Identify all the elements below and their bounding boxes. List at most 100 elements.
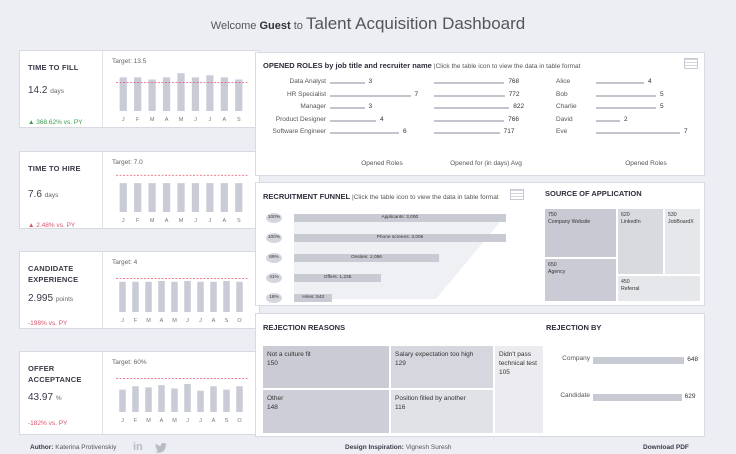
days-bar[interactable] [434,119,505,122]
kpi-bar[interactable] [210,386,217,412]
days-bar[interactable] [434,107,510,109]
kpi-bar[interactable] [236,386,243,412]
kpi-bar[interactable] [177,73,185,111]
opened-roles-bar[interactable] [330,82,365,84]
funnel-bar[interactable]: Hires: 543 [294,294,333,302]
rejection-by-bar[interactable] [593,394,682,401]
kpi-bar[interactable] [148,183,156,212]
kpi-bar[interactable] [223,389,230,412]
cell-value: 105 [499,369,510,376]
recruiter-bar[interactable] [596,94,656,97]
kpi-bar[interactable] [184,280,191,312]
design-name: Vignesh Suresh [405,444,452,451]
job-title-label: Software Engineer [272,128,326,135]
source-title: SOURCE OF APPLICATION [545,189,642,198]
kpi-bar[interactable] [177,183,185,212]
kpi-bar[interactable] [191,183,200,212]
kpi-bar[interactable] [145,281,152,312]
opened-roles-bar[interactable] [330,132,399,134]
recruiter-bar[interactable] [596,132,680,134]
kpi-bar[interactable] [148,79,156,112]
opened-roles-bar[interactable] [330,107,365,109]
guest-name: Guest [259,20,291,32]
funnel-connector [294,215,506,299]
rejection-by-bar[interactable] [593,357,685,364]
month-label: J [194,218,197,224]
kpi-bar[interactable] [132,281,139,312]
kpi-card-candidate-experience[interactable]: CANDIDATE EXPERIENCE 2.995 points -198% … [19,251,260,329]
kpi-card-time-to-hire[interactable]: TIME TO HIRE 7.6 days ▲ 2.48% vs. PY Tar… [19,151,260,229]
opened-roles-bar[interactable] [330,94,411,97]
opened-roles-bar[interactable] [330,119,376,122]
table-icon[interactable] [684,58,698,69]
kpi-bar[interactable] [132,386,139,412]
kpi-bar[interactable] [158,280,165,312]
twitter-icon[interactable] [155,443,167,453]
month-label: F [134,418,138,424]
recruiter-bar[interactable] [596,107,656,109]
funnel-bar[interactable]: Offers: 1,235 [294,274,382,282]
design-credit: Design Inspiration: Vignesh Suresh [345,444,451,451]
source-cell[interactable]: 750 Company Website [544,208,617,258]
kpi-bar[interactable] [119,281,126,312]
linkedin-icon[interactable]: in [133,442,143,453]
kpi-bar[interactable] [171,388,178,412]
kpi-bar[interactable] [119,389,126,412]
treemap-cell[interactable]: Position filled by another 116 [390,389,494,434]
kpi-bar[interactable] [171,281,178,312]
recruiter-bar[interactable] [596,82,644,84]
kpi-value: 43.97 % [28,392,62,403]
kpi-bar[interactable] [158,385,165,412]
funnel-bar[interactable]: Applicants: 3,000 [294,214,506,222]
kpi-bar[interactable] [197,281,204,312]
source-cell[interactable]: 650 Agency [544,258,617,302]
funnel-bar[interactable]: Onsites: 2,056 [294,254,439,262]
kpi-bar[interactable] [206,75,214,111]
rejection-by-value: 629 [684,393,696,400]
treemap-cell[interactable]: Not a culture fit 150 [262,345,390,389]
kpi-bar[interactable] [206,183,214,212]
kpi-bar[interactable] [235,79,243,112]
kpi-bar[interactable] [236,281,243,312]
page-title: Talent Acquisition Dashboard [305,14,526,33]
kpi-divider [102,152,103,228]
cell-value: 150 [267,360,278,367]
kpi-bar[interactable] [119,183,127,212]
kpi-bar[interactable] [145,387,152,412]
source-cell[interactable]: 450 Referral [617,275,701,302]
treemap-cell[interactable]: Other 148 [262,389,390,434]
kpi-card-time-to-fill[interactable]: TIME TO FILL 14.2 days ▲ 368.62% vs. PY … [19,50,260,128]
recruiter-name: Alice [556,78,571,85]
kpi-card-offer-acceptance[interactable]: OFFER ACCEPTANCE 43.97 % -182% vs. PY Ta… [19,351,260,435]
kpi-bar[interactable] [223,280,230,312]
kpi-value: 2.995 points [28,293,73,304]
kpi-chart: Target: 4 J F M A M J J A S O [112,259,248,324]
month-label: A [165,218,169,224]
days-bar[interactable] [434,82,505,84]
days-bar[interactable] [434,132,500,134]
kpi-bar[interactable] [210,281,217,312]
funnel-bar[interactable]: Phone screens: 3,006 [294,234,506,242]
job-title-label: HR Specialist [286,90,326,98]
recruiter-value: 4 [648,78,652,85]
download-pdf-link[interactable]: Download PDF [643,444,689,451]
month-label: J [194,117,197,123]
kpi-unit: days [50,88,64,95]
source-cell[interactable]: 620 LinkedIn [617,208,664,275]
kpi-bar[interactable] [134,183,142,212]
source-cell[interactable]: 530 JobBoardX [664,208,701,275]
kpi-bar[interactable] [235,183,243,212]
kpi-bar[interactable] [220,183,228,212]
month-label: J [209,218,212,224]
days-value: 822 [513,103,525,110]
days-bar[interactable] [434,94,505,97]
funnel-percent: 18% [266,293,282,303]
kpi-bar[interactable] [197,390,204,412]
treemap-cell[interactable]: Salary expectation too high 129 [390,345,494,389]
axis-label-opened-roles: Opened Roles [361,160,403,167]
month-label: A [160,318,164,324]
kpi-bar[interactable] [162,183,171,212]
recruiter-bar[interactable] [596,119,620,122]
kpi-bar[interactable] [184,384,191,412]
kpi-change: ▲ 368.62% vs. PY [28,119,83,126]
